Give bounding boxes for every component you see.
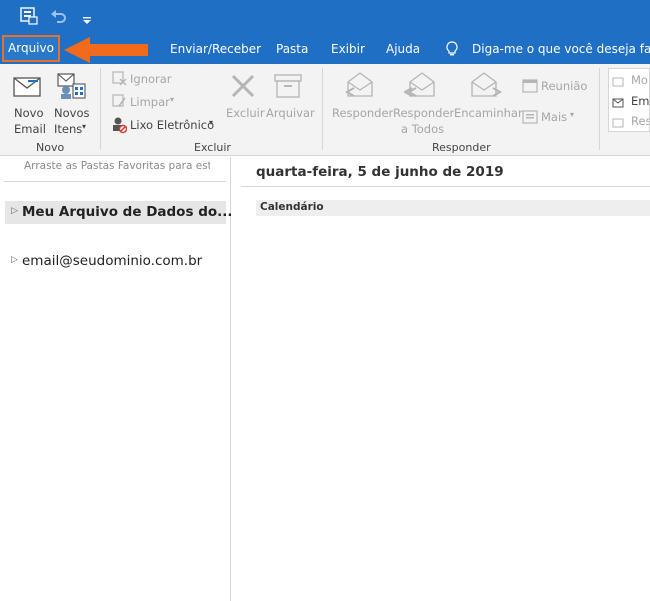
tab-send-receive[interactable]: Enviar/Receber (170, 34, 261, 64)
heading-separator (241, 186, 650, 187)
reply-all-icon (402, 70, 438, 102)
date-heading: quarta-feira, 5 de junho de 2019 (256, 164, 504, 180)
favorites-separator (4, 181, 226, 182)
folder-pane: Arraste as Pastas Favoritas para este ▷ … (0, 157, 233, 601)
expand-arrow-icon[interactable]: ▷ (11, 255, 18, 265)
ribbon-separator (599, 68, 600, 150)
undo-icon[interactable] (50, 8, 68, 24)
quick-step-icon (612, 73, 624, 87)
reply-all-label-2[interactable]: a Todos (401, 122, 444, 136)
arrow-annotation-icon (62, 37, 150, 63)
ribbon-separator (322, 68, 323, 150)
meeting-button[interactable]: Reunião (541, 79, 587, 93)
data-file-label[interactable]: Meu Arquivo de Dados do... (22, 204, 233, 220)
quick-step-move[interactable]: Mo (631, 73, 648, 87)
meeting-icon (522, 78, 538, 94)
calendar-section-label: Calendário (260, 201, 324, 213)
expand-arrow-icon[interactable]: ▷ (11, 206, 18, 216)
customize-quick-access-icon[interactable] (82, 11, 92, 24)
group-label-respond: Responder (432, 141, 491, 154)
chevron-down-icon[interactable]: ▾ (570, 110, 574, 119)
account-label[interactable]: email@seudominio.com.br (22, 253, 202, 269)
new-email-label-1[interactable]: Novo (14, 106, 43, 120)
chevron-down-icon[interactable]: ▾ (82, 122, 86, 131)
new-email-icon[interactable] (12, 74, 44, 98)
delete-button[interactable]: Excluir (226, 106, 265, 120)
quick-step-email[interactable]: Em (631, 94, 649, 108)
reply-all-label-1[interactable]: Responder (393, 106, 454, 120)
main-pane: quarta-feira, 5 de junho de 2019 Calendá… (231, 157, 650, 601)
calendar-section-header: Calendário (256, 200, 650, 216)
new-items-label-2[interactable]: Itens (54, 122, 82, 136)
cleanup-button[interactable]: Limpar (130, 95, 170, 109)
lightbulb-icon (446, 41, 458, 57)
archive-icon (273, 72, 303, 100)
title-bar (0, 0, 650, 34)
ribbon-tab-bar: Arquivo Enviar/Receber Pasta Exibir Ajud… (0, 34, 650, 64)
more-button[interactable]: Mais (541, 110, 567, 124)
ignore-button[interactable]: Ignorar (130, 72, 172, 86)
reply-button[interactable]: Responder (332, 106, 393, 120)
new-items-icon[interactable] (55, 72, 87, 100)
delete-icon (229, 72, 257, 100)
quick-steps-gallery: Mo Em Res (608, 68, 650, 132)
cleanup-icon (111, 93, 127, 109)
new-email-label-2[interactable]: Email (14, 122, 46, 136)
forward-button[interactable]: Encaminhar (454, 106, 523, 120)
forward-icon (469, 70, 503, 102)
quick-step-icon (612, 94, 624, 108)
tab-help[interactable]: Ajuda (386, 34, 420, 64)
tell-me-search[interactable]: Diga-me o que você deseja fazer (472, 34, 650, 64)
ribbon-separator (100, 68, 101, 150)
tab-file[interactable]: Arquivo (2, 35, 60, 62)
send-receive-all-icon[interactable] (20, 7, 38, 25)
group-label-delete: Excluir (194, 141, 231, 154)
quick-step-reply[interactable]: Res (631, 114, 649, 128)
more-icon (522, 109, 538, 125)
group-label-new: Novo (36, 141, 65, 154)
ignore-icon (111, 70, 127, 86)
quick-step-icon (612, 114, 624, 128)
archive-button[interactable]: Arquivar (266, 106, 315, 120)
chevron-down-icon[interactable]: ▾ (170, 95, 174, 104)
junk-button[interactable]: Lixo Eletrônico (130, 118, 214, 132)
tab-folder[interactable]: Pasta (276, 34, 308, 64)
reply-icon (344, 70, 376, 102)
favorites-hint: Arraste as Pastas Favoritas para este (24, 160, 210, 172)
chevron-down-icon[interactable]: ▾ (209, 118, 213, 127)
tab-view[interactable]: Exibir (331, 34, 365, 64)
junk-mail-icon (111, 116, 128, 134)
ribbon: Novo Email Novos Itens ▾ Novo Ignorar Li… (0, 64, 650, 156)
new-items-label-1[interactable]: Novos (54, 106, 89, 120)
